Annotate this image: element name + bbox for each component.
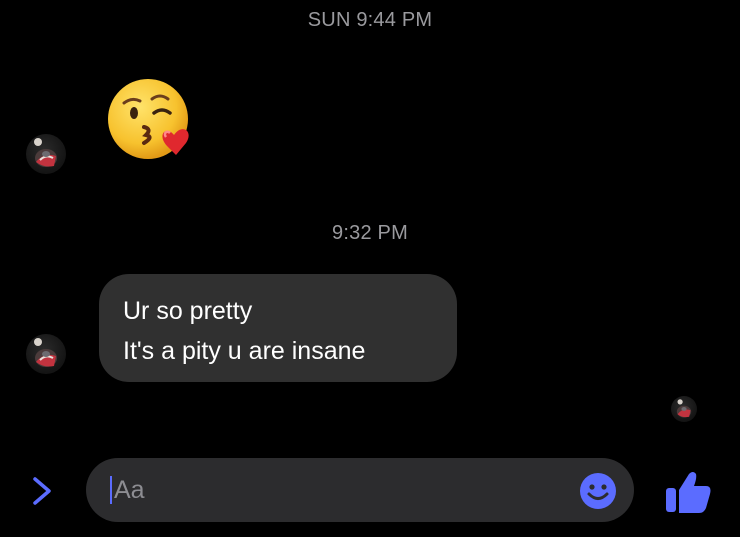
- text-caret: [110, 476, 112, 504]
- like-button[interactable]: [663, 468, 713, 516]
- message-input[interactable]: [114, 470, 554, 510]
- face-blowing-kiss-icon: [108, 79, 189, 159]
- message-line: It's a pity u are insane: [123, 337, 366, 365]
- contact-avatar[interactable]: [26, 334, 66, 374]
- smiley-icon: [580, 473, 616, 509]
- thumbs-up-icon: [666, 472, 711, 513]
- message-bubble[interactable]: Ur so pretty It's a pity u are insane: [99, 274, 457, 382]
- avatar-image: [34, 138, 57, 167]
- avatar-image: [34, 338, 57, 367]
- expand-actions-button[interactable]: [30, 474, 54, 508]
- contact-avatar[interactable]: [26, 134, 66, 174]
- message-composer[interactable]: [86, 458, 634, 522]
- timestamp-divider: 9:32 PM: [332, 222, 408, 244]
- message-line: Ur so pretty: [123, 297, 253, 325]
- chevron-right-icon: [33, 477, 51, 505]
- emoji-picker-button[interactable]: [578, 471, 618, 511]
- kiss-emoji-message[interactable]: [104, 73, 198, 167]
- timestamp-header: SUN 9:44 PM: [307, 9, 433, 31]
- seen-avatar: [671, 396, 697, 422]
- read-receipt-icon: [676, 399, 692, 418]
